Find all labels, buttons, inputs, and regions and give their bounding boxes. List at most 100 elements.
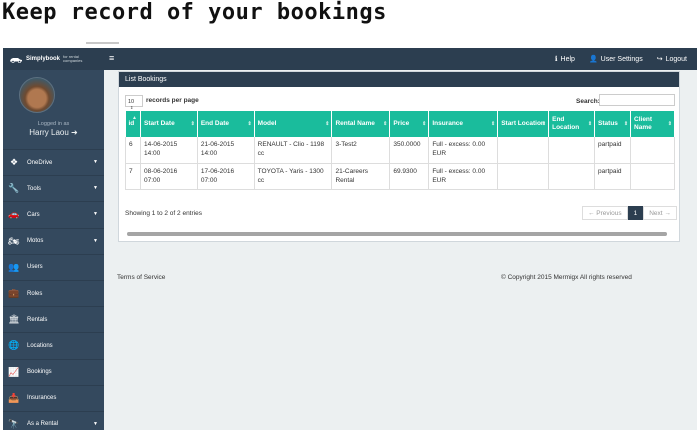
sidebar: Logged in as Harry Laou ➜ ❖ OneDrive ▼ 🔧… [3, 70, 104, 430]
cell-id: 6 [125, 137, 141, 164]
avatar[interactable] [19, 77, 55, 113]
sidebar-item-label: Users [27, 264, 43, 271]
column-header-label: Insurance [432, 120, 464, 127]
column-header-end-date[interactable]: End Date ⇕ [197, 111, 255, 137]
column-header-end-location[interactable]: End Location ⇕ [548, 111, 596, 137]
cell-client-name [630, 137, 675, 164]
brand-logo[interactable]: Simplybook for rental companies [9, 54, 93, 64]
user-settings-link[interactable]: 👤 User Settings [589, 55, 643, 64]
user-settings-label: User Settings [600, 55, 643, 63]
previous-page-button[interactable]: ← Previous [582, 206, 628, 220]
dropbox-icon: ❖ [9, 157, 19, 168]
users-icon: 👥 [8, 261, 20, 272]
sort-icon: ⇕ [667, 121, 672, 127]
column-header-rental-name[interactable]: Rental Name ⇕ [331, 111, 391, 137]
motorcycle-icon: 🏍 [8, 235, 20, 246]
sort-icon: ⇕ [383, 121, 388, 127]
terms-link[interactable]: Terms of Service [117, 274, 165, 281]
logout-link[interactable]: ↪ Logout [656, 55, 687, 64]
cell-model: TOYOTA - Yaris - 1300 cc [254, 163, 333, 190]
help-label: Help [560, 55, 575, 63]
column-header-label: End Date [200, 120, 229, 127]
caret-down-icon: ▼ [93, 420, 98, 427]
sort-icon: ⇕ [490, 121, 496, 127]
inbox-icon: 📥 [8, 392, 20, 403]
sidebar-item-label: Bookings [27, 369, 52, 376]
sign-out-small-icon[interactable]: ➜ [71, 128, 78, 137]
table-info: Showing 1 to 2 of 2 entries [125, 210, 202, 217]
sort-icon: ⇕ [190, 121, 195, 127]
sidebar-item-onedrive[interactable]: ❖ OneDrive ▼ [3, 149, 104, 175]
caret-down-icon: ▼ [93, 185, 98, 192]
caret-down-icon: ▼ [93, 211, 98, 218]
next-page-button[interactable]: Next → [643, 206, 677, 220]
sidebar-item-locations[interactable]: 🌐 Locations [3, 332, 104, 358]
top-navbar: Simplybook for rental companies ≡ ℹ Help… [3, 48, 697, 70]
column-header-price[interactable]: Price ⇕ [389, 111, 430, 137]
sidebar-menu: ❖ OneDrive ▼ 🔧 Tools ▼ 🚗 Cars ▼ 🏍 Motos [3, 149, 104, 430]
cell-rental-name: 3-Test2 [331, 137, 391, 164]
bookings-panel: List Bookings 10 ⇕ records per page Sear… [118, 71, 680, 242]
cell-status: partpaid [594, 163, 632, 190]
page-headline: Keep record of your bookings [2, 0, 387, 25]
column-header-insurance[interactable]: Insurance ⇕ [428, 111, 499, 137]
search-input[interactable] [599, 94, 675, 106]
scrollbar-thumb[interactable] [127, 232, 667, 236]
table-header-row: id ▲ Start Date ⇕ End Date ⇕ Model ⇕ Rental … [125, 111, 675, 137]
sidebar-item-label: Cars [27, 211, 40, 218]
horizontal-scrollbar[interactable] [127, 232, 667, 236]
headline-divider [86, 42, 119, 44]
line-chart-icon: 📈 [8, 366, 20, 377]
sidebar-item-label: Insurances [27, 395, 57, 402]
sidebar-item-tools[interactable]: 🔧 Tools ▼ [3, 175, 104, 201]
sidebar-item-bookings[interactable]: 📈 Bookings [3, 358, 104, 385]
sidebar-item-roles[interactable]: 💼 Roles [3, 279, 104, 306]
column-header-start-date[interactable]: Start Date ⇕ [140, 111, 198, 137]
sidebar-item-label: OneDrive [27, 159, 53, 166]
bank-icon: 🏛 [8, 314, 20, 325]
panel-title: List Bookings [119, 72, 679, 87]
brand-name: Simplybook [26, 56, 61, 62]
table-row[interactable]: 7 08-06-2016 07:00 17-06-2016 07:00 TOYO… [125, 163, 675, 190]
sidebar-item-label: Roles [27, 290, 43, 297]
app-window: Simplybook for rental companies ≡ ℹ Help… [3, 48, 697, 430]
cell-end-location [548, 163, 596, 190]
cell-start-date: 14-06-2015 14:00 [140, 137, 198, 164]
binoculars-icon: 🔭 [8, 418, 20, 429]
sidebar-item-rentals[interactable]: 🏛 Rentals [3, 306, 104, 332]
sidebar-item-insurances[interactable]: 📥 Insurances [3, 384, 104, 411]
sidebar-item-label: Tools [27, 185, 42, 192]
column-header-id[interactable]: id ▲ [125, 111, 141, 137]
cell-end-date: 21-06-2015 14:00 [197, 137, 255, 164]
sidebar-item-motos[interactable]: 🏍 Motos ▼ [3, 227, 104, 254]
cell-start-location [497, 163, 550, 190]
sort-icon: ⇕ [623, 121, 629, 127]
column-header-status[interactable]: Status ⇕ [594, 111, 632, 137]
sidebar-item-cars[interactable]: 🚗 Cars ▼ [3, 201, 104, 227]
cell-status: partpaid [594, 137, 632, 164]
sign-out-icon: ↪ [656, 56, 663, 63]
user-name[interactable]: Harry Laou ➜ [3, 128, 104, 137]
help-link[interactable]: ℹ Help [555, 55, 575, 64]
hamburger-menu-icon[interactable]: ≡ [109, 53, 114, 63]
sort-asc-icon: ▲ [132, 115, 137, 121]
column-header-model[interactable]: Model ⇕ [254, 111, 333, 137]
sidebar-item-label: Locations [27, 342, 53, 349]
column-header-label: Client Name [634, 116, 653, 131]
sort-icon: ⇕ [325, 121, 330, 127]
top-nav: ℹ Help 👤 User Settings ↪ Logout [555, 55, 687, 64]
cell-id: 7 [125, 163, 141, 190]
page-1-button[interactable]: 1 [627, 206, 644, 220]
caret-down-icon: ▼ [93, 237, 98, 244]
page-length-select[interactable]: 10 ⇕ [125, 95, 143, 110]
sort-icon: ⇕ [422, 121, 427, 127]
pagination: ← Previous 1 Next → [582, 206, 677, 220]
sidebar-item-users[interactable]: 👥 Users [3, 253, 104, 280]
sidebar-item-as-a-rental[interactable]: 🔭 As a Rental ▼ [3, 410, 104, 430]
cell-start-date: 08-06-2016 07:00 [140, 163, 198, 190]
column-header-start-location[interactable]: Start Location ⇕ [497, 111, 550, 137]
column-header-client-name[interactable]: Client Name ⇕ [630, 111, 675, 137]
copyright-text: © Copyright 2015 Mermigx All rights rese… [501, 274, 632, 281]
brand-tagline: for rental companies [63, 54, 83, 63]
table-row[interactable]: 6 14-06-2015 14:00 21-06-2015 14:00 RENA… [125, 137, 675, 164]
